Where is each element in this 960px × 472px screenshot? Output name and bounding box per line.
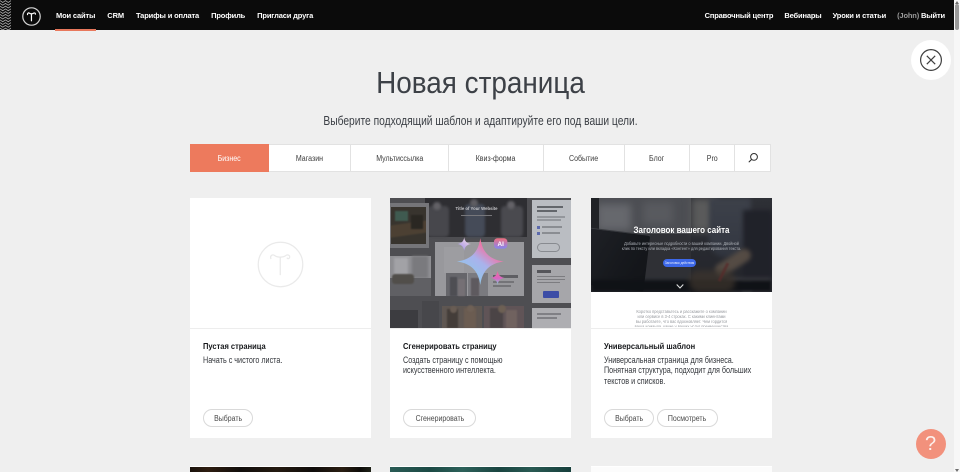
svg-text:AI: AI <box>498 241 505 248</box>
